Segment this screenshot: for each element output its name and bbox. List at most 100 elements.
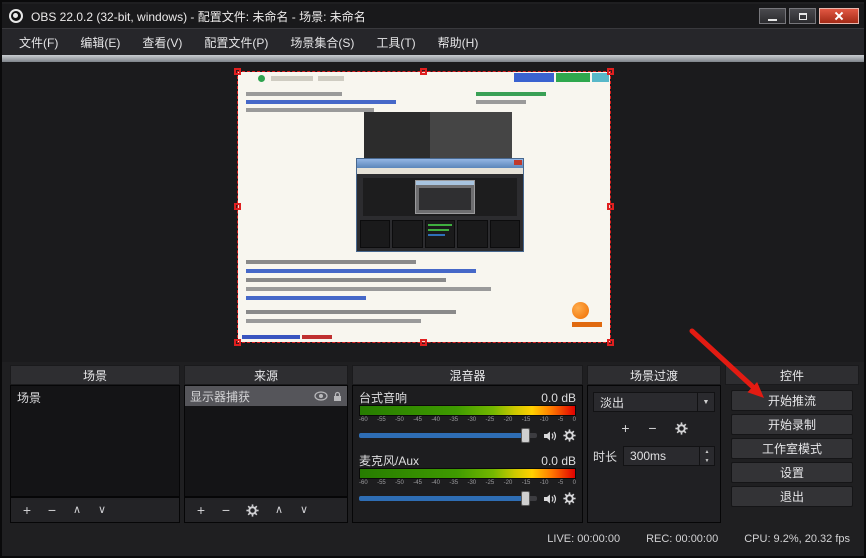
menu-edit[interactable]: 编辑(E)	[69, 29, 131, 56]
channel-gear-icon[interactable]	[563, 492, 576, 505]
channel-level: 0.0 dB	[541, 454, 576, 468]
remove-source-button[interactable]: −	[221, 503, 231, 517]
transition-gear-icon[interactable]	[675, 422, 688, 435]
volume-slider-handle[interactable]	[521, 428, 530, 443]
mixer-channel-mic-aux: 麦克风/Aux 0.0 dB -60-55-50-45-40-35-30-25-…	[359, 453, 576, 509]
decor-toolbar	[318, 76, 344, 81]
resize-handle-top-center[interactable]	[420, 68, 427, 75]
resize-handle-bottom-center[interactable]	[420, 339, 427, 346]
transitions-body: 淡出 ▼ + − 时长 300ms ▲ ▼	[587, 385, 721, 523]
add-scene-button[interactable]: +	[22, 503, 32, 517]
scenes-list[interactable]: 场景	[10, 385, 180, 497]
sources-list[interactable]: 显示器捕获	[184, 385, 348, 497]
minimize-icon	[768, 19, 777, 21]
resize-handle-mid-right[interactable]	[607, 203, 614, 210]
speaker-icon[interactable]	[543, 493, 557, 505]
move-scene-up-button[interactable]: ∧	[72, 505, 82, 516]
close-icon	[834, 11, 844, 21]
controls-body: 开始推流 开始录制 工作室模式 设置 退出	[725, 385, 859, 523]
decor-toolbar	[271, 76, 313, 81]
menu-help[interactable]: 帮助(H)	[427, 29, 490, 56]
decor-text-line	[246, 108, 374, 112]
decor-link-line	[246, 269, 476, 273]
transition-selected-value: 淡出	[600, 394, 624, 411]
resize-handle-top-left[interactable]	[234, 68, 241, 75]
captured-dock-panel	[490, 220, 520, 248]
decor-button-green	[556, 73, 590, 82]
mixer-header: 混音器	[352, 365, 583, 385]
meter-scale: -60-55-50-45-40-35-30-25-20-15-10-50	[359, 479, 576, 488]
status-live: LIVE: 00:00:00	[547, 533, 620, 545]
menu-scene-collection[interactable]: 场景集合(S)	[279, 29, 365, 56]
move-scene-down-button[interactable]: ∨	[97, 505, 107, 516]
chevron-down-icon[interactable]: ▼	[697, 393, 714, 411]
preview-canvas[interactable]	[2, 62, 864, 362]
maximize-icon	[799, 13, 807, 20]
move-source-up-button[interactable]: ∧	[274, 505, 284, 516]
volume-meter	[359, 405, 576, 416]
remove-scene-button[interactable]: −	[47, 503, 57, 517]
add-transition-button[interactable]: +	[621, 421, 631, 435]
lock-icon[interactable]	[333, 391, 342, 402]
menu-view[interactable]: 查看(V)	[131, 29, 193, 56]
captured-menubar	[357, 168, 523, 174]
decor-url-line	[242, 335, 300, 339]
decor-text-line	[246, 260, 416, 264]
menu-file[interactable]: 文件(F)	[8, 29, 69, 56]
controls-header: 控件	[725, 365, 859, 385]
captured-dock-panel	[392, 220, 422, 248]
start-streaming-button[interactable]: 开始推流	[731, 390, 853, 411]
duration-value: 300ms	[630, 449, 666, 463]
captured-nested-window	[415, 180, 475, 214]
resize-handle-top-right[interactable]	[607, 68, 614, 75]
duration-spinbox[interactable]: 300ms ▲ ▼	[623, 446, 715, 466]
status-bar: LIVE: 00:00:00 REC: 00:00:00 CPU: 9.2%, …	[2, 526, 864, 552]
channel-name: 麦克风/Aux	[359, 452, 419, 469]
settings-button[interactable]: 设置	[731, 462, 853, 483]
mixer-panel: 混音器 台式音响 0.0 dB -60-55-50-45-40-35-30-25…	[352, 365, 583, 523]
menu-tools[interactable]: 工具(T)	[365, 29, 426, 56]
captured-docks	[360, 220, 520, 248]
source-list-item[interactable]: 显示器捕获	[185, 386, 347, 406]
volume-slider[interactable]	[359, 433, 537, 438]
display-capture-source[interactable]	[238, 72, 610, 342]
minimize-button[interactable]	[759, 8, 786, 24]
decor-text-line	[246, 310, 456, 314]
add-source-button[interactable]: +	[196, 503, 206, 517]
scenes-panel: 场景 场景 + − ∧ ∨	[10, 365, 180, 523]
channel-gear-icon[interactable]	[563, 429, 576, 442]
exit-button[interactable]: 退出	[731, 486, 853, 507]
decor-link-line	[246, 100, 396, 104]
captured-obs-window	[356, 158, 524, 252]
volume-slider[interactable]	[359, 496, 537, 501]
start-recording-button[interactable]: 开始录制	[731, 414, 853, 435]
eye-icon[interactable]	[314, 391, 328, 401]
scenes-toolbar: + − ∧ ∨	[10, 497, 180, 523]
source-properties-gear-icon[interactable]	[246, 504, 259, 517]
spin-down-icon[interactable]: ▼	[700, 456, 714, 465]
window-controls	[759, 8, 864, 24]
spin-up-icon[interactable]: ▲	[700, 447, 714, 456]
captured-nested-body	[419, 188, 471, 210]
remove-transition-button[interactable]: −	[648, 421, 658, 435]
decor-logo-text	[572, 322, 602, 327]
close-button[interactable]	[819, 8, 859, 24]
resize-handle-bottom-left[interactable]	[234, 339, 241, 346]
decor-text-line	[246, 319, 421, 323]
studio-mode-button[interactable]: 工作室模式	[731, 438, 853, 459]
menu-profile[interactable]: 配置文件(P)	[193, 29, 279, 56]
status-cpu-fps: CPU: 9.2%, 20.32 fps	[744, 533, 850, 545]
scene-list-item[interactable]: 场景	[11, 386, 179, 409]
volume-slider-handle[interactable]	[521, 491, 530, 506]
controls-panel: 控件 开始推流 开始录制 工作室模式 设置 退出	[725, 365, 859, 523]
channel-name: 台式音响	[359, 389, 407, 406]
captured-titlebar	[357, 159, 523, 168]
transition-select[interactable]: 淡出 ▼	[593, 392, 715, 412]
maximize-button[interactable]	[789, 8, 816, 24]
move-source-down-button[interactable]: ∨	[299, 505, 309, 516]
sources-panel: 来源 显示器捕获 + − ∧ ∨	[184, 365, 348, 523]
resize-handle-mid-left[interactable]	[234, 203, 241, 210]
resize-handle-bottom-right[interactable]	[607, 339, 614, 346]
decor-text-line	[246, 92, 342, 96]
speaker-icon[interactable]	[543, 430, 557, 442]
